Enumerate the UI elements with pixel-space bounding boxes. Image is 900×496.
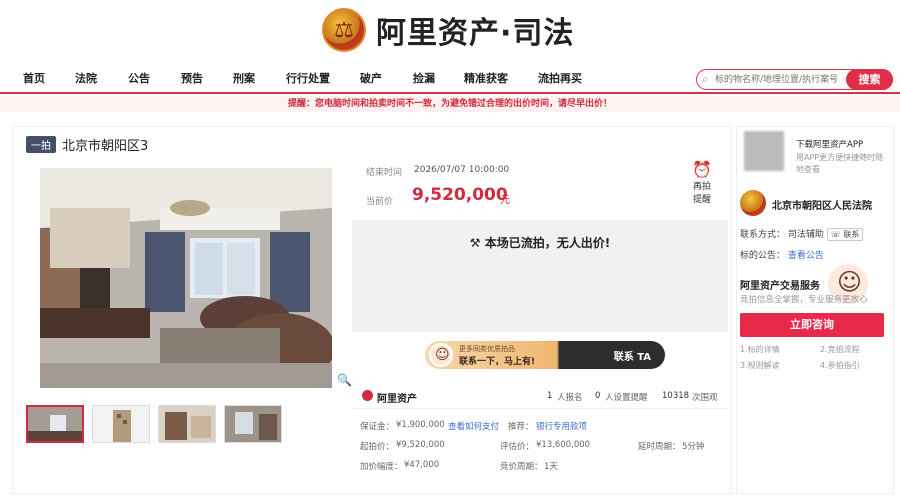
current-price: 9,520,000 <box>412 185 508 205</box>
auction-status-box: ⚒ 本场已流拍，无人出价! <box>352 220 728 332</box>
zoom-icon[interactable]: 🔍 <box>337 373 352 387</box>
step-1[interactable]: 1.标的详情 <box>740 344 780 355</box>
currency-unit: 元 <box>500 195 510 206</box>
contact-agent-button[interactable]: 联系 TA <box>614 348 651 363</box>
delay-period-value: 5分钟 <box>682 442 705 452</box>
court-emblem-icon <box>322 8 366 52</box>
main-photo[interactable] <box>40 168 332 388</box>
recommend-label: 推荐： <box>508 422 534 432</box>
auction-round-badge: 一拍 <box>26 135 56 153</box>
deposit-label: 保证金： <box>360 422 395 432</box>
court-contact-row: 联系方式： 司法辅助 ☏ 联系 <box>740 227 864 241</box>
view-label: 次围观 <box>692 393 718 403</box>
nav-item-relist[interactable]: 流拍再买 <box>538 70 582 86</box>
thumbnail-image <box>159 406 215 442</box>
start-price-value: ¥9,520,000 <box>396 440 445 450</box>
remind-label-2: 提醒 <box>692 195 711 205</box>
announcement-label: 标的公告： <box>740 251 786 261</box>
step-3[interactable]: 3.规则解读 <box>740 360 780 371</box>
nav-item-bargain[interactable]: 捡漏 <box>413 70 435 86</box>
nav-item-court[interactable]: 法院 <box>75 70 97 86</box>
app-download-subtitle: 用APP更方便快捷随时随地查看 <box>796 153 884 174</box>
view-announcement-link[interactable]: 查看公告 <box>788 251 824 261</box>
signup-label: 人报名 <box>557 393 583 403</box>
nav-item-bank-disposal[interactable]: 行行处置 <box>286 70 330 86</box>
appraisal-value: ¥13,600,000 <box>536 440 591 450</box>
consult-now-button[interactable]: 立即咨询 <box>740 313 884 337</box>
app-download-title[interactable]: 下载阿里资产APP <box>796 138 863 150</box>
increment-label: 加价幅度： <box>360 462 403 472</box>
court-info[interactable]: 北京市朝阳区人民法院 <box>740 190 890 218</box>
thumbnail-3[interactable] <box>158 405 216 443</box>
contact-line-2: 联系一下，马上有! <box>459 357 536 367</box>
agent-avatar <box>429 343 453 367</box>
thumbnail-strip <box>26 405 282 443</box>
how-to-pay-link[interactable]: 查看如何支付 <box>448 420 499 432</box>
step-2[interactable]: 2.竞拍流程 <box>820 344 860 355</box>
auction-status-text: 本场已流拍，无人出价! <box>484 236 611 250</box>
item-title: 北京市朝阳区3 <box>62 138 149 154</box>
contact-method-value: 司法辅助 <box>787 230 824 240</box>
bid-period-label: 竞价周期： <box>500 462 543 472</box>
search-button[interactable]: 搜索 <box>846 69 893 90</box>
brand-name: 阿里资产 <box>377 394 417 405</box>
contact-method-label: 联系方式： <box>740 230 786 240</box>
contact-chip-button[interactable]: ☏ 联系 <box>826 228 864 241</box>
remind-label-1: 再拍 <box>692 182 711 192</box>
nav-item-precise-leads[interactable]: 精准获客 <box>464 70 508 86</box>
increment-value: ¥47,000 <box>404 460 440 470</box>
auction-stats: 阿里资产 1 人报名 0 人设置提醒 10318 次围观 <box>352 385 728 409</box>
thumbnail-1[interactable] <box>26 405 84 443</box>
appraisal-label: 评估价： <box>500 442 535 452</box>
end-time-label: 结束时间 <box>366 168 403 178</box>
bank-payment-link[interactable]: 银行专用款项 <box>536 420 587 432</box>
step-4[interactable]: 4.参拍指引 <box>820 360 860 371</box>
auction-status: ⚒ 本场已流拍，无人出价! <box>352 234 728 251</box>
service-title: 阿里资产交易服务 <box>740 281 820 292</box>
auction-details: 保证金： ¥1,900,000 查看如何支付 推荐： 银行专用款项 起拍价： ¥… <box>352 416 728 476</box>
thumbnail-image <box>28 407 82 441</box>
reminder-label: 人设置提醒 <box>605 393 648 403</box>
living-room-image <box>40 168 332 388</box>
item-title-row: 一拍 北京市朝阳区3 <box>26 135 149 154</box>
court-name: 北京市朝阳区人民法院 <box>772 201 872 212</box>
contact-chip-label: 联系 <box>843 230 860 239</box>
view-count: 10318 <box>662 391 690 401</box>
sidebar <box>736 126 894 494</box>
bid-period-value: 1天 <box>544 462 558 472</box>
signup-count: 1 <box>547 391 553 401</box>
current-price-label: 当前价 <box>366 197 394 207</box>
start-price-label: 起拍价： <box>360 442 395 452</box>
announcement-row: 标的公告： 查看公告 <box>740 248 824 261</box>
end-time-value: 2026/07/07 10:00:00 <box>414 165 510 175</box>
court-emblem-icon <box>740 190 766 216</box>
delay-period-label: 延时周期： <box>638 442 681 452</box>
app-qr-code <box>744 131 784 171</box>
time-notice: 提醒：您电脑时间和拍卖时间不一致，为避免错过合理的出价时间，请尽早出价！ <box>0 96 900 112</box>
nav-item-announcement[interactable]: 公告 <box>128 70 150 86</box>
thumbnail-2[interactable] <box>92 405 150 443</box>
thumbnail-image <box>93 406 149 442</box>
service-subtitle: 竞拍信息全掌握，专业服务更放心 <box>740 295 868 305</box>
deposit-value: ¥1,900,000 <box>396 420 445 430</box>
logo-text: 阿里资产·司法 <box>376 16 575 51</box>
contact-line-1: 更多同类优质拍品 <box>459 345 515 353</box>
auction-info: 结束时间 2026/07/07 10:00:00 当前价 9,520,000 元… <box>352 156 728 220</box>
thumbnail-image <box>225 406 281 442</box>
search-icon: ⌕ <box>702 72 709 86</box>
contact-banner[interactable]: 更多同类优质拍品 联系一下，马上有! 联系 TA <box>425 341 665 369</box>
nav-item-bankruptcy[interactable]: 破产 <box>360 70 382 86</box>
search-box: ⌕ 搜索 <box>696 69 893 90</box>
nav-item-criminal[interactable]: 刑案 <box>233 70 255 86</box>
gavel-icon: ⚒ <box>469 236 481 250</box>
brand-icon <box>362 390 373 401</box>
reminder-count: 0 <box>595 391 601 401</box>
search-input[interactable] <box>715 72 843 88</box>
nav-item-home[interactable]: 首页 <box>23 70 45 86</box>
relist-reminder[interactable]: ⏰ 再拍 提醒 <box>682 160 722 205</box>
logo[interactable]: 阿里资产·司法 <box>322 8 574 52</box>
thumbnail-4[interactable] <box>224 405 282 443</box>
nav-item-preview[interactable]: 预告 <box>181 70 203 86</box>
alarm-clock-icon: ⏰ <box>692 160 712 179</box>
